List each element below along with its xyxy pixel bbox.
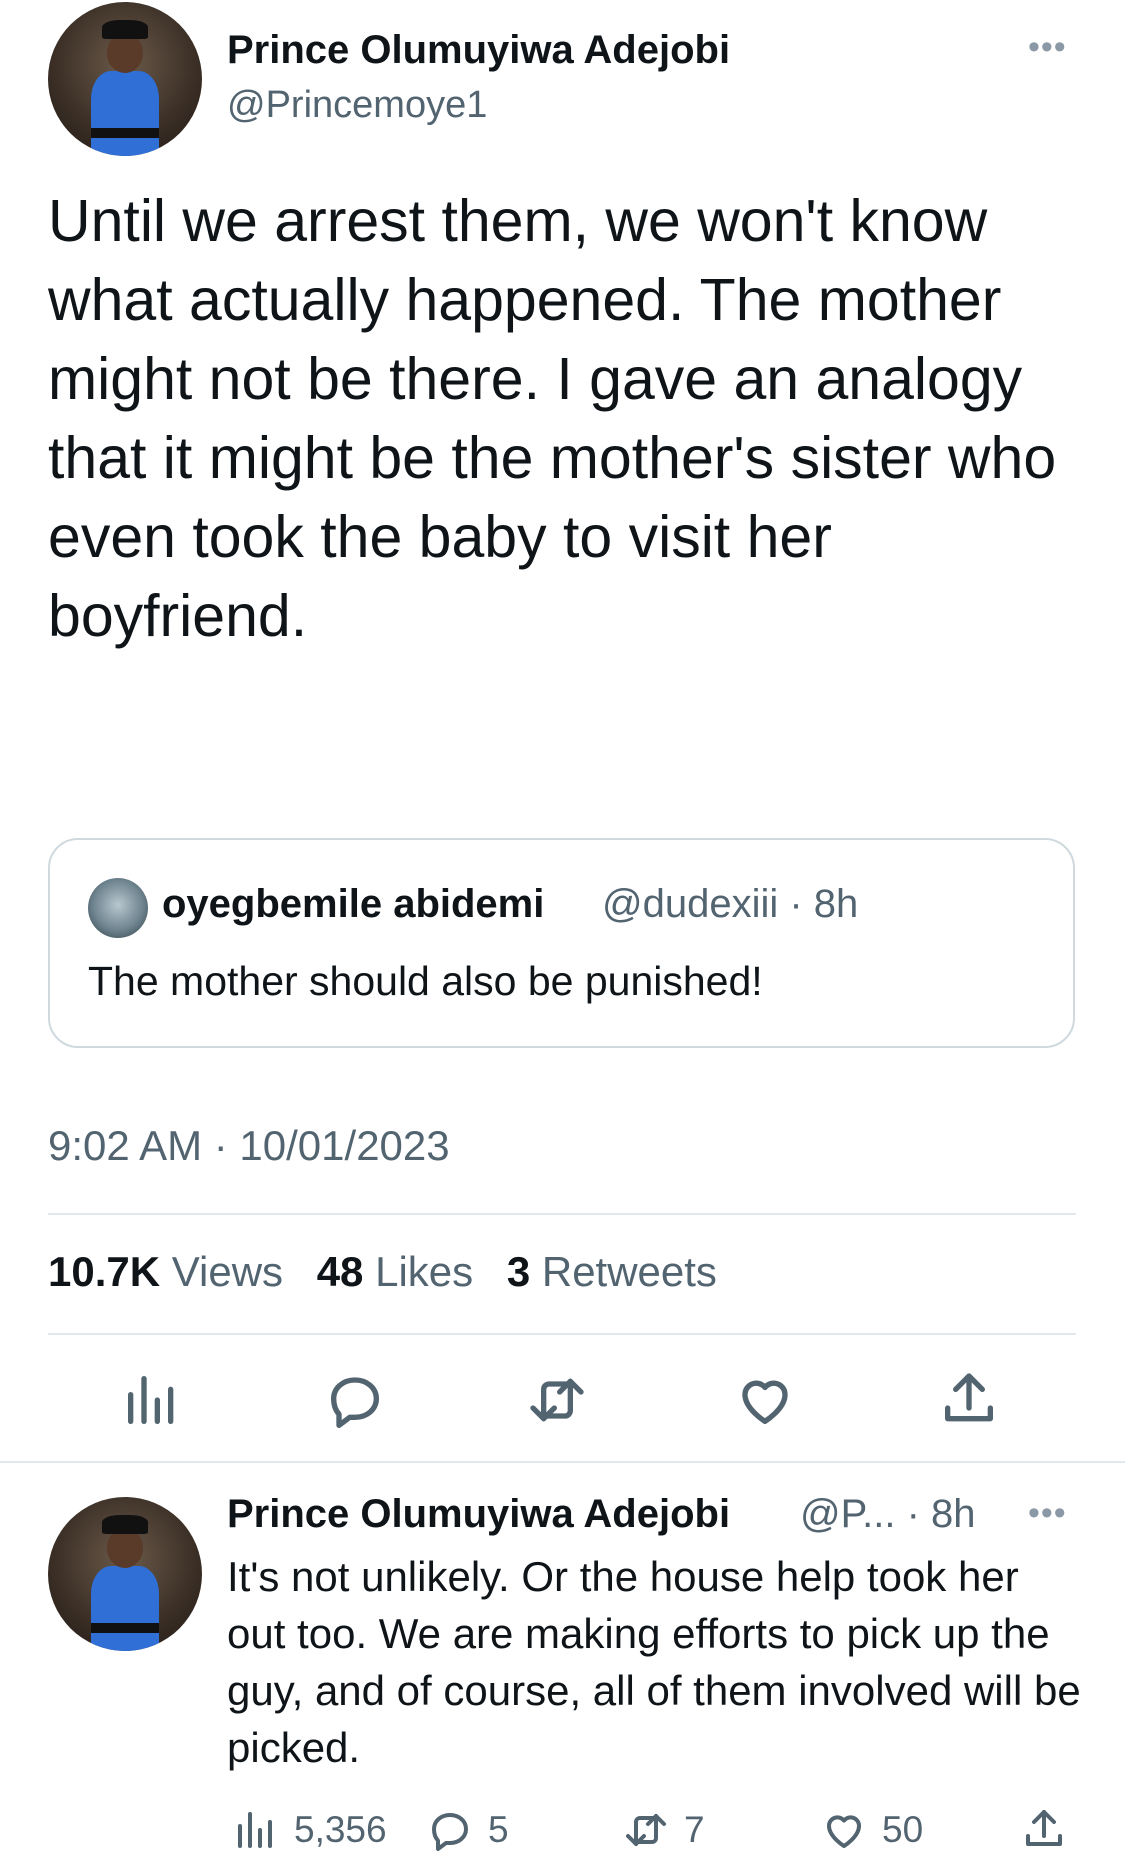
author-handle[interactable]: @Princemoye1 [227,84,487,127]
quoted-author-avatar [88,878,148,938]
reply-icon [432,1813,468,1851]
author-name[interactable]: Prince Olumuyiwa Adejobi [227,28,730,73]
avatar-belt [91,1623,159,1633]
reply-replies[interactable]: 5 [426,1806,509,1854]
quoted-tweet-card[interactable]: oyegbemile abidemi @dudexiii · 8h The mo… [48,838,1075,1048]
views-icon[interactable] [120,1368,184,1432]
reply-icon[interactable] [323,1368,387,1432]
replies-count: 5 [488,1809,509,1850]
avatar-cap [101,1515,149,1534]
retweet-icon [626,1814,666,1846]
reply-author-name[interactable]: Prince Olumuyiwa Adejobi [227,1492,730,1537]
divider [48,1333,1076,1335]
views-icon [238,1812,272,1848]
retweet-icon[interactable] [525,1368,589,1432]
reply-tweet-text: It's not unlikely. Or the house help too… [227,1553,1081,1771]
reply-likes[interactable]: 50 [820,1806,923,1854]
avatar-belt [91,128,159,138]
reply-share[interactable] [1020,1806,1068,1854]
share-icon[interactable] [937,1368,1001,1432]
like-icon [827,1815,861,1848]
quoted-author-meta: @dudexiii · 8h [602,882,859,926]
like-icon[interactable] [733,1368,797,1432]
views-count: 5,356 [294,1809,387,1850]
share-icon [1026,1810,1062,1846]
avatar-cap [101,20,149,39]
reply-author-meta: @P... · 8h [800,1492,976,1536]
avatar-figure [91,1566,159,1651]
retweets-count: 3 [506,1248,531,1295]
reply-retweets[interactable]: 7 [622,1806,705,1854]
views-label[interactable]: Views [172,1248,283,1295]
retweets-count: 7 [684,1809,705,1850]
tweet-stats: 10.7K Views 48 Likes 3 Retweets [48,1248,739,1296]
avatar-figure [91,71,159,156]
likes-count: 50 [882,1809,924,1850]
quoted-tweet-text: The mother should also be punished! [88,958,763,1004]
divider [48,1213,1076,1215]
more-horizontal-icon[interactable]: ••• [1028,28,1067,67]
reply-author-avatar[interactable] [48,1497,202,1651]
tweet-timestamp[interactable]: 9:02 AM · 10/01/2023 [48,1122,450,1170]
quoted-author-name: oyegbemile abidemi [162,882,545,926]
author-avatar[interactable] [48,2,202,156]
likes-label[interactable]: Likes [375,1248,473,1295]
retweets-label[interactable]: Retweets [542,1248,717,1295]
tweet-text: Until we arrest them, we won't know what… [48,188,1057,649]
more-horizontal-icon[interactable]: ••• [1028,1494,1067,1533]
likes-count: 48 [316,1248,364,1295]
reply-views[interactable]: 5,356 [232,1806,387,1854]
views-count: 10.7K [48,1248,161,1295]
divider [0,1461,1125,1463]
